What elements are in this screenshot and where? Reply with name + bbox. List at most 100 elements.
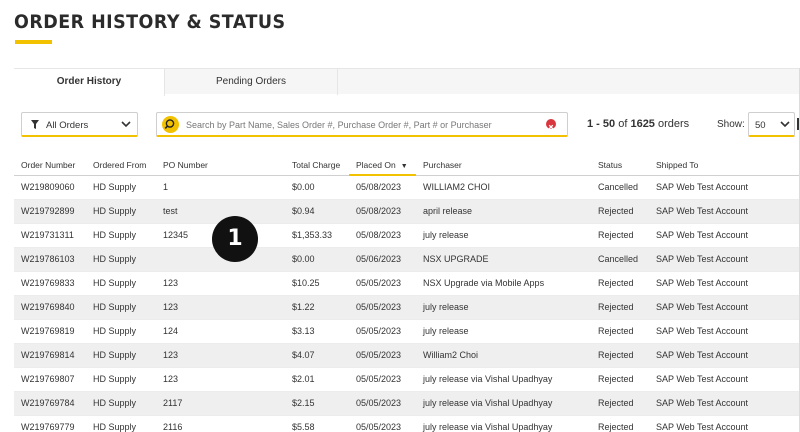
cell-order-number[interactable]: W219769814 bbox=[14, 343, 86, 368]
cell-total-charge: $5.58 bbox=[285, 415, 349, 432]
cell-status: Rejected bbox=[591, 343, 649, 368]
search-box bbox=[156, 112, 568, 137]
column-header-purchaser[interactable]: Purchaser bbox=[416, 156, 591, 176]
tab-order-history[interactable]: Order History bbox=[14, 69, 165, 96]
column-header-ordered-from[interactable]: Ordered From bbox=[86, 156, 156, 176]
column-header-order-number[interactable]: Order Number bbox=[14, 156, 86, 176]
cell-order-number[interactable]: W219769833 bbox=[14, 271, 86, 296]
cell-total-charge: $3.13 bbox=[285, 319, 349, 344]
title-underline bbox=[15, 40, 52, 44]
results-total: 1625 bbox=[630, 118, 655, 130]
cell-po-number: 2117 bbox=[156, 391, 285, 416]
cell-order-number[interactable]: W219769779 bbox=[14, 415, 86, 432]
cell-placed-on: 05/05/2023 bbox=[349, 295, 416, 320]
table-row[interactable]: W219809060 HD Supply 1 $0.00 05/08/2023 WILLI… bbox=[14, 175, 800, 200]
cell-placed-on: 05/05/2023 bbox=[349, 415, 416, 432]
table-row[interactable]: W219786103 HD Supply $0.00 05/06/2023 NSX UP… bbox=[14, 247, 800, 272]
cell-total-charge: $1,353.33 bbox=[285, 223, 349, 248]
step-badge: 1 bbox=[212, 216, 258, 262]
sort-desc-icon: ▼ bbox=[400, 163, 408, 170]
page-size-dropdown[interactable]: 50 bbox=[748, 112, 795, 137]
cell-purchaser: july release bbox=[416, 319, 591, 344]
table-row[interactable]: W219769840 HD Supply 123 $1.22 05/05/2023 jul… bbox=[14, 295, 800, 320]
table-row[interactable]: W219769814 HD Supply 123 $4.07 05/05/2023 Wil… bbox=[14, 343, 800, 368]
cell-total-charge: $1.22 bbox=[285, 295, 349, 320]
cell-placed-on: 05/05/2023 bbox=[349, 319, 416, 344]
cell-purchaser: july release via Vishal Upadhyay bbox=[416, 415, 591, 432]
cell-po-number: 123 bbox=[156, 271, 285, 296]
results-range: 1 - 50 bbox=[587, 118, 616, 130]
cell-status: Cancelled bbox=[591, 247, 649, 272]
column-header-placed-on[interactable]: Placed On ▼ bbox=[349, 156, 416, 176]
table-row[interactable]: W219769784 HD Supply 2117 $2.15 05/05/2023 ju… bbox=[14, 391, 800, 416]
search-input[interactable] bbox=[186, 116, 536, 133]
cell-placed-on: 05/05/2023 bbox=[349, 271, 416, 296]
cell-status: Rejected bbox=[591, 391, 649, 416]
cell-order-number[interactable]: W219786103 bbox=[14, 247, 86, 272]
tab-pending-orders[interactable]: Pending Orders bbox=[165, 69, 338, 95]
cell-ordered-from: HD Supply bbox=[86, 199, 156, 224]
cell-total-charge: $0.00 bbox=[285, 247, 349, 272]
cell-status: Rejected bbox=[591, 295, 649, 320]
table-row[interactable]: W219731311 HD Supply 12345 $1,353.33 05/08/2… bbox=[14, 223, 800, 248]
cell-placed-on: 05/05/2023 bbox=[349, 391, 416, 416]
cell-ordered-from: HD Supply bbox=[86, 319, 156, 344]
cell-order-number[interactable]: W219731311 bbox=[14, 223, 86, 248]
cell-shipped-to: SAP Web Test Account bbox=[649, 391, 800, 416]
table-row[interactable]: W219769807 HD Supply 123 $2.01 05/05/2023 jul… bbox=[14, 367, 800, 392]
cell-purchaser: William2 Choi bbox=[416, 343, 591, 368]
order-filter-dropdown[interactable]: All Orders bbox=[21, 112, 138, 137]
cell-total-charge: $0.94 bbox=[285, 199, 349, 224]
clear-icon[interactable] bbox=[546, 119, 556, 130]
cell-order-number[interactable]: W219769840 bbox=[14, 295, 86, 320]
order-filter-value: All Orders bbox=[46, 120, 89, 131]
tabs-bar: Order History Pending Orders bbox=[14, 68, 800, 96]
cell-placed-on: 05/05/2023 bbox=[349, 367, 416, 392]
cell-ordered-from: HD Supply bbox=[86, 223, 156, 248]
cell-shipped-to: SAP Web Test Account bbox=[649, 319, 800, 344]
table-row[interactable]: W219769779 HD Supply 2116 $5.58 05/05/2023 ju… bbox=[14, 415, 800, 432]
cell-status: Rejected bbox=[591, 415, 649, 432]
cell-order-number[interactable]: W219769807 bbox=[14, 367, 86, 392]
cell-shipped-to: SAP Web Test Account bbox=[649, 199, 800, 224]
cell-order-number[interactable]: W219769784 bbox=[14, 391, 86, 416]
cell-order-number[interactable]: W219769819 bbox=[14, 319, 86, 344]
cell-shipped-to: SAP Web Test Account bbox=[649, 223, 800, 248]
cell-order-number[interactable]: W219809060 bbox=[14, 175, 86, 200]
cell-po-number: 1 bbox=[156, 175, 285, 200]
table-row[interactable]: W219792899 HD Supply test $0.94 05/08/2023 ap… bbox=[14, 199, 800, 224]
cell-purchaser: july release bbox=[416, 223, 591, 248]
results-of: of bbox=[618, 118, 628, 130]
cell-shipped-to: SAP Web Test Account bbox=[649, 295, 800, 320]
column-header-placed-on-label: Placed On bbox=[356, 160, 396, 170]
column-header-status[interactable]: Status bbox=[591, 156, 649, 176]
search-icon[interactable] bbox=[162, 116, 179, 133]
page-size-label: Show: bbox=[717, 119, 745, 130]
cell-status: Rejected bbox=[591, 271, 649, 296]
cell-shipped-to: SAP Web Test Account bbox=[649, 367, 800, 392]
page-title: ORDER HISTORY & STATUS bbox=[14, 11, 286, 33]
column-header-total-charge[interactable]: Total Charge bbox=[285, 156, 349, 176]
cell-order-number[interactable]: W219792899 bbox=[14, 199, 86, 224]
cell-total-charge: $0.00 bbox=[285, 175, 349, 200]
table-row[interactable]: W219769819 HD Supply 124 $3.13 05/05/2023 jul… bbox=[14, 319, 800, 344]
cell-status: Rejected bbox=[591, 199, 649, 224]
cell-total-charge: $2.01 bbox=[285, 367, 349, 392]
cell-po-number: 123 bbox=[156, 343, 285, 368]
cell-ordered-from: HD Supply bbox=[86, 175, 156, 200]
cell-shipped-to: SAP Web Test Account bbox=[649, 175, 800, 200]
table-row[interactable]: W219769833 HD Supply 123 $10.25 05/05/2023 NS… bbox=[14, 271, 800, 296]
column-header-po-number[interactable]: PO Number bbox=[156, 156, 285, 176]
cell-purchaser: WILLIAM2 CHOI bbox=[416, 175, 591, 200]
cell-ordered-from: HD Supply bbox=[86, 247, 156, 272]
cell-purchaser: NSX UPGRADE bbox=[416, 247, 591, 272]
column-header-shipped-to[interactable]: Shipped To bbox=[649, 156, 800, 176]
cell-shipped-to: SAP Web Test Account bbox=[649, 343, 800, 368]
cell-total-charge: $4.07 bbox=[285, 343, 349, 368]
page-size-value: 50 bbox=[755, 120, 766, 131]
results-unit: orders bbox=[658, 118, 690, 130]
cell-shipped-to: SAP Web Test Account bbox=[649, 247, 800, 272]
cell-ordered-from: HD Supply bbox=[86, 271, 156, 296]
cell-placed-on: 05/05/2023 bbox=[349, 343, 416, 368]
cell-ordered-from: HD Supply bbox=[86, 367, 156, 392]
